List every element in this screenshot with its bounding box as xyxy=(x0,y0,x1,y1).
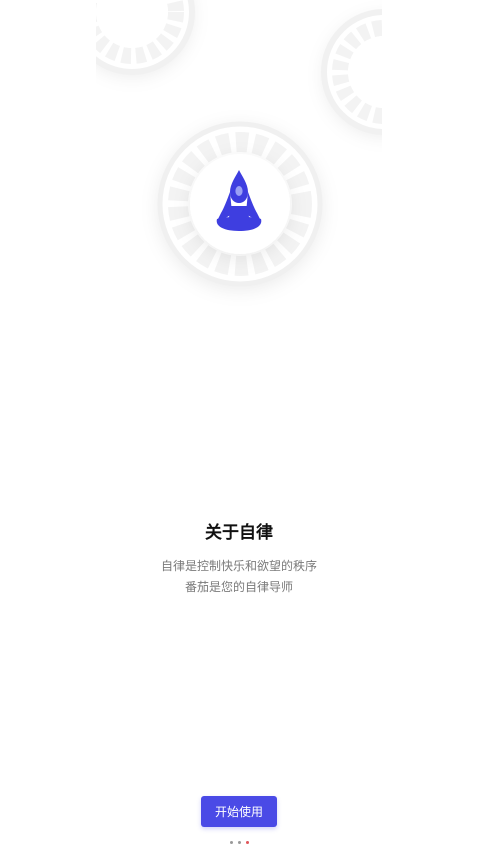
page-indicator xyxy=(0,841,478,844)
start-button[interactable]: 开始使用 xyxy=(201,796,277,827)
page-dot[interactable] xyxy=(237,841,241,844)
deco-gear-group xyxy=(96,0,382,135)
deco-gear-top-left xyxy=(96,0,195,75)
page-title: 关于自律 xyxy=(205,523,273,543)
background-decoration xyxy=(96,0,382,287)
page-dot-active[interactable] xyxy=(245,841,249,844)
onboarding-screen: 关于自律 自律是控制快乐和欲望的秩序 番茄是您的自律导师 开始使用 xyxy=(0,0,478,851)
page-dot[interactable] xyxy=(229,841,233,844)
deco-gear-top-right xyxy=(321,9,382,135)
subtitle-line-2: 番茄是您的自律导师 xyxy=(184,580,293,594)
main-gear xyxy=(157,121,323,287)
subtitle-line-1: 自律是控制快乐和欲望的秩序 xyxy=(160,559,317,573)
